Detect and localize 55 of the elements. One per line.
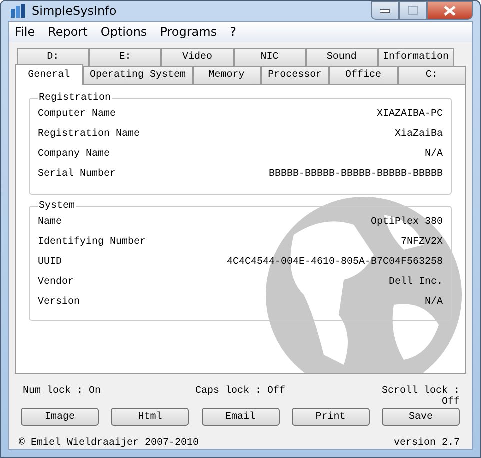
field-label: Version (38, 296, 80, 308)
close-button[interactable] (427, 1, 473, 20)
field-value: 4C4C4544-004E-4610-805A-B7C04F563258 (226, 256, 443, 268)
field-label: Identifying Number (38, 236, 146, 248)
field-value: XIAZAIBA-PC (376, 108, 443, 120)
field-value: N/A (424, 296, 443, 308)
menu-item[interactable]: Report (48, 25, 88, 39)
tab[interactable]: C: (398, 66, 466, 84)
status-text: Scroll lock : Off (380, 386, 460, 406)
tab[interactable]: General (15, 64, 84, 85)
tab[interactable]: Operating System (83, 66, 193, 84)
field-label: UUID (38, 256, 62, 268)
field-value: Dell Inc. (388, 276, 443, 288)
action-button[interactable]: Html (111, 408, 190, 426)
tab[interactable]: E: (89, 48, 162, 66)
menu-item[interactable]: Programs (160, 25, 218, 39)
tab[interactable]: Memory (192, 66, 261, 84)
field-value: BBBBB-BBBBB-BBBBB-BBBBB-BBBBB (268, 168, 443, 180)
menu-item[interactable]: File (15, 25, 36, 39)
group-title: Registration (38, 93, 112, 104)
maximize-button[interactable] (399, 1, 427, 20)
status-text: Num lock : On (23, 386, 102, 399)
window-title: SimpleSysInfo (32, 4, 117, 18)
field-label: Serial Number (38, 168, 116, 180)
tab[interactable]: Office (329, 66, 398, 84)
tab[interactable]: D: (17, 48, 90, 66)
group-title: System (38, 201, 76, 212)
field-label: Company Name (38, 148, 110, 160)
tab[interactable]: Video (161, 48, 234, 66)
tab[interactable]: Information (378, 48, 454, 66)
minimize-button[interactable] (371, 1, 399, 20)
action-button[interactable]: Print (292, 408, 370, 426)
action-button[interactable]: Image (21, 408, 99, 426)
field-value: OptiPlex 380 (370, 216, 443, 228)
tab[interactable]: Processor (260, 66, 330, 84)
field-label: Vendor (38, 276, 74, 288)
menu-item[interactable]: ? (230, 25, 236, 39)
field-label: Name (38, 216, 62, 228)
action-button[interactable]: Save (382, 408, 460, 426)
app-icon (10, 3, 26, 19)
status-text: Caps lock : Off (196, 386, 286, 399)
field-value: N/A (424, 148, 443, 160)
copyright-text: © Emiel Wieldraaijer 2007-2010 (19, 438, 200, 449)
menu-item[interactable]: Options (100, 25, 148, 39)
field-value: XiaZaiBa (394, 128, 443, 140)
tab[interactable]: NIC (234, 48, 306, 66)
version-text: version 2.7 (394, 438, 460, 449)
field-value: 7NFZV2X (400, 236, 443, 248)
maximize-icon (408, 6, 418, 15)
field-label: Registration Name (38, 128, 140, 140)
field-label: Computer Name (38, 108, 116, 120)
close-icon (444, 6, 456, 16)
action-button[interactable]: Email (202, 408, 280, 426)
tab[interactable]: Sound (306, 48, 378, 66)
minimize-icon (380, 8, 390, 12)
